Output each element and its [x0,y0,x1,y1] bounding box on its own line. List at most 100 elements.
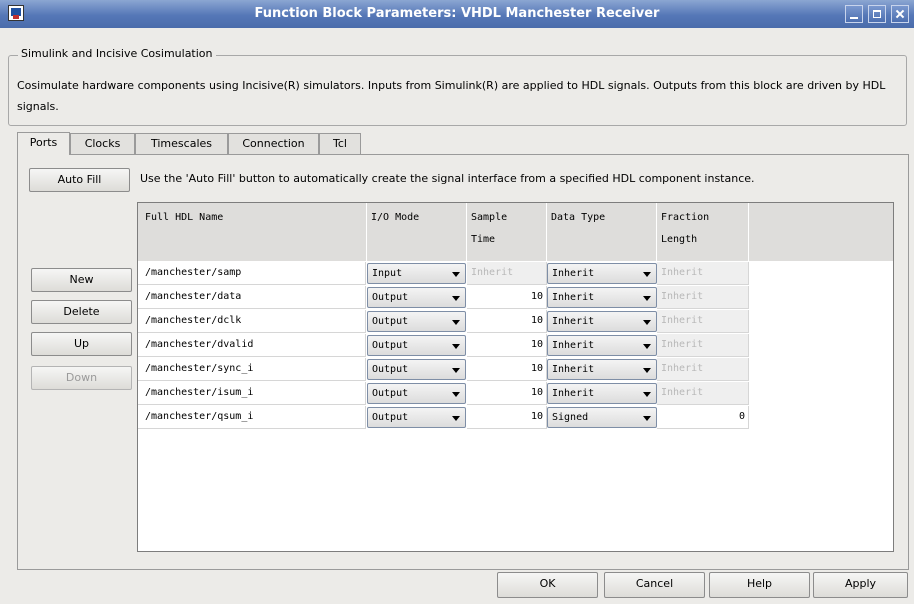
io-mode-select[interactable]: Output [367,311,466,332]
fraction-length-cell: Inherit [657,382,749,405]
group-description: Cosimulate hardware components using Inc… [17,79,886,113]
fraction-length-cell: Inherit [657,334,749,357]
auto-fill-hint: Use the 'Auto Fill' button to automatica… [140,172,755,185]
io-mode-value: Output [372,364,409,375]
minimize-icon[interactable] [845,5,863,23]
hdl-name-cell[interactable]: /manchester/data [138,286,366,309]
table-row[interactable]: /manchester/isum_i Output 10 Inherit Inh… [138,382,893,406]
hdl-name-cell[interactable]: /manchester/sync_i [138,358,366,381]
column-header-sample-line1: Sample [471,212,508,223]
tab-clocks[interactable]: Clocks [70,133,135,154]
io-mode-select[interactable]: Output [367,383,466,404]
sample-time-cell[interactable]: 10 [467,286,547,309]
hdl-name-cell[interactable]: /manchester/samp [138,262,366,285]
chevron-down-icon [643,320,651,325]
apply-button[interactable]: Apply [813,572,908,598]
io-mode-select[interactable]: Output [367,287,466,308]
ports-table: Full HDL Name I/O Mode Sample Time Data … [137,202,894,552]
sample-time-cell[interactable]: 10 [467,382,547,405]
chevron-down-icon [643,416,651,421]
window-title: Function Block Parameters: VHDL Manchest… [254,6,660,21]
sample-time-cell[interactable]: 10 [467,358,547,381]
data-type-value: Signed [552,412,589,423]
fraction-length-cell: Inherit [657,358,749,381]
chevron-down-icon [452,272,460,277]
chevron-down-icon [643,392,651,397]
io-mode-value: Output [372,292,409,303]
table-row[interactable]: /manchester/samp Input Inherit Inherit I… [138,262,893,286]
chevron-down-icon [452,416,460,421]
io-mode-value: Output [372,388,409,399]
down-button[interactable]: Down [31,366,132,390]
io-mode-select[interactable]: Output [367,407,466,428]
table-row[interactable]: /manchester/qsum_i Output 10 Signed 0 [138,406,893,430]
io-mode-value: Output [372,316,409,327]
column-header-sample-time[interactable]: Sample Time [471,207,507,251]
fraction-length-cell: Inherit [657,262,749,285]
data-type-value: Inherit [552,388,595,399]
delete-button[interactable]: Delete [31,300,132,324]
table-row[interactable]: /manchester/data Output 10 Inherit Inher… [138,286,893,310]
tab-timescales[interactable]: Timescales [135,133,228,154]
column-header-fraction-line1: Fraction [661,212,710,223]
chevron-down-icon [643,368,651,373]
column-header-mode[interactable]: I/O Mode [371,207,419,229]
table-row[interactable]: /manchester/dclk Output 10 Inherit Inher… [138,310,893,334]
auto-fill-button[interactable]: Auto Fill [29,168,130,192]
new-button[interactable]: New [31,268,132,292]
io-mode-value: Output [372,412,409,423]
column-header-fraction-length[interactable]: Fraction Length [661,207,709,251]
data-type-value: Inherit [552,316,595,327]
close-icon[interactable] [891,5,909,23]
chevron-down-icon [643,272,651,277]
cancel-button[interactable]: Cancel [604,572,705,598]
data-type-select[interactable]: Inherit [547,287,657,308]
chevron-down-icon [452,320,460,325]
column-header-name[interactable]: Full HDL Name [145,207,223,229]
fraction-length-cell: Inherit [657,286,749,309]
data-type-value: Inherit [552,292,595,303]
tab-connection[interactable]: Connection [228,133,319,154]
io-mode-select[interactable]: Input [367,263,466,284]
data-type-select[interactable]: Inherit [547,383,657,404]
sample-time-cell[interactable]: 10 [467,406,547,429]
tab-tcl[interactable]: Tcl [319,133,361,154]
fraction-length-cell[interactable]: 0 [657,406,749,429]
data-type-select[interactable]: Inherit [547,263,657,284]
hdl-name-cell[interactable]: /manchester/dvalid [138,334,366,357]
data-type-select[interactable]: Inherit [547,359,657,380]
hdl-name-cell[interactable]: /manchester/qsum_i [138,406,366,429]
data-type-value: Inherit [552,340,595,351]
chevron-down-icon [452,344,460,349]
maximize-icon[interactable] [868,5,886,23]
data-type-value: Inherit [552,268,595,279]
data-type-select[interactable]: Signed [547,407,657,428]
fraction-length-cell: Inherit [657,310,749,333]
hdl-name-cell[interactable]: /manchester/isum_i [138,382,366,405]
up-button[interactable]: Up [31,332,132,356]
tab-ports[interactable]: Ports [17,132,70,155]
table-row[interactable]: /manchester/sync_i Output 10 Inherit Inh… [138,358,893,382]
io-mode-select[interactable]: Output [367,335,466,356]
chevron-down-icon [452,368,460,373]
data-type-select[interactable]: Inherit [547,311,657,332]
sample-time-cell[interactable]: 10 [467,334,547,357]
io-mode-select[interactable]: Output [367,359,466,380]
ok-button[interactable]: OK [497,572,598,598]
sample-time-cell: Inherit [467,262,547,285]
hdl-name-cell[interactable]: /manchester/dclk [138,310,366,333]
table-header: Full HDL Name I/O Mode Sample Time Data … [138,203,893,261]
sample-time-cell[interactable]: 10 [467,310,547,333]
data-type-select[interactable]: Inherit [547,335,657,356]
table-row[interactable]: /manchester/dvalid Output 10 Inherit Inh… [138,334,893,358]
io-mode-value: Output [372,340,409,351]
io-mode-value: Input [372,268,403,279]
group-title: Simulink and Incisive Cosimulation [18,47,216,60]
title-bar: Function Block Parameters: VHDL Manchest… [0,0,914,28]
help-button[interactable]: Help [709,572,810,598]
chevron-down-icon [643,296,651,301]
chevron-down-icon [452,296,460,301]
data-type-value: Inherit [552,364,595,375]
column-header-data-type[interactable]: Data Type [551,207,605,229]
column-header-sample-line2: Time [471,234,496,245]
